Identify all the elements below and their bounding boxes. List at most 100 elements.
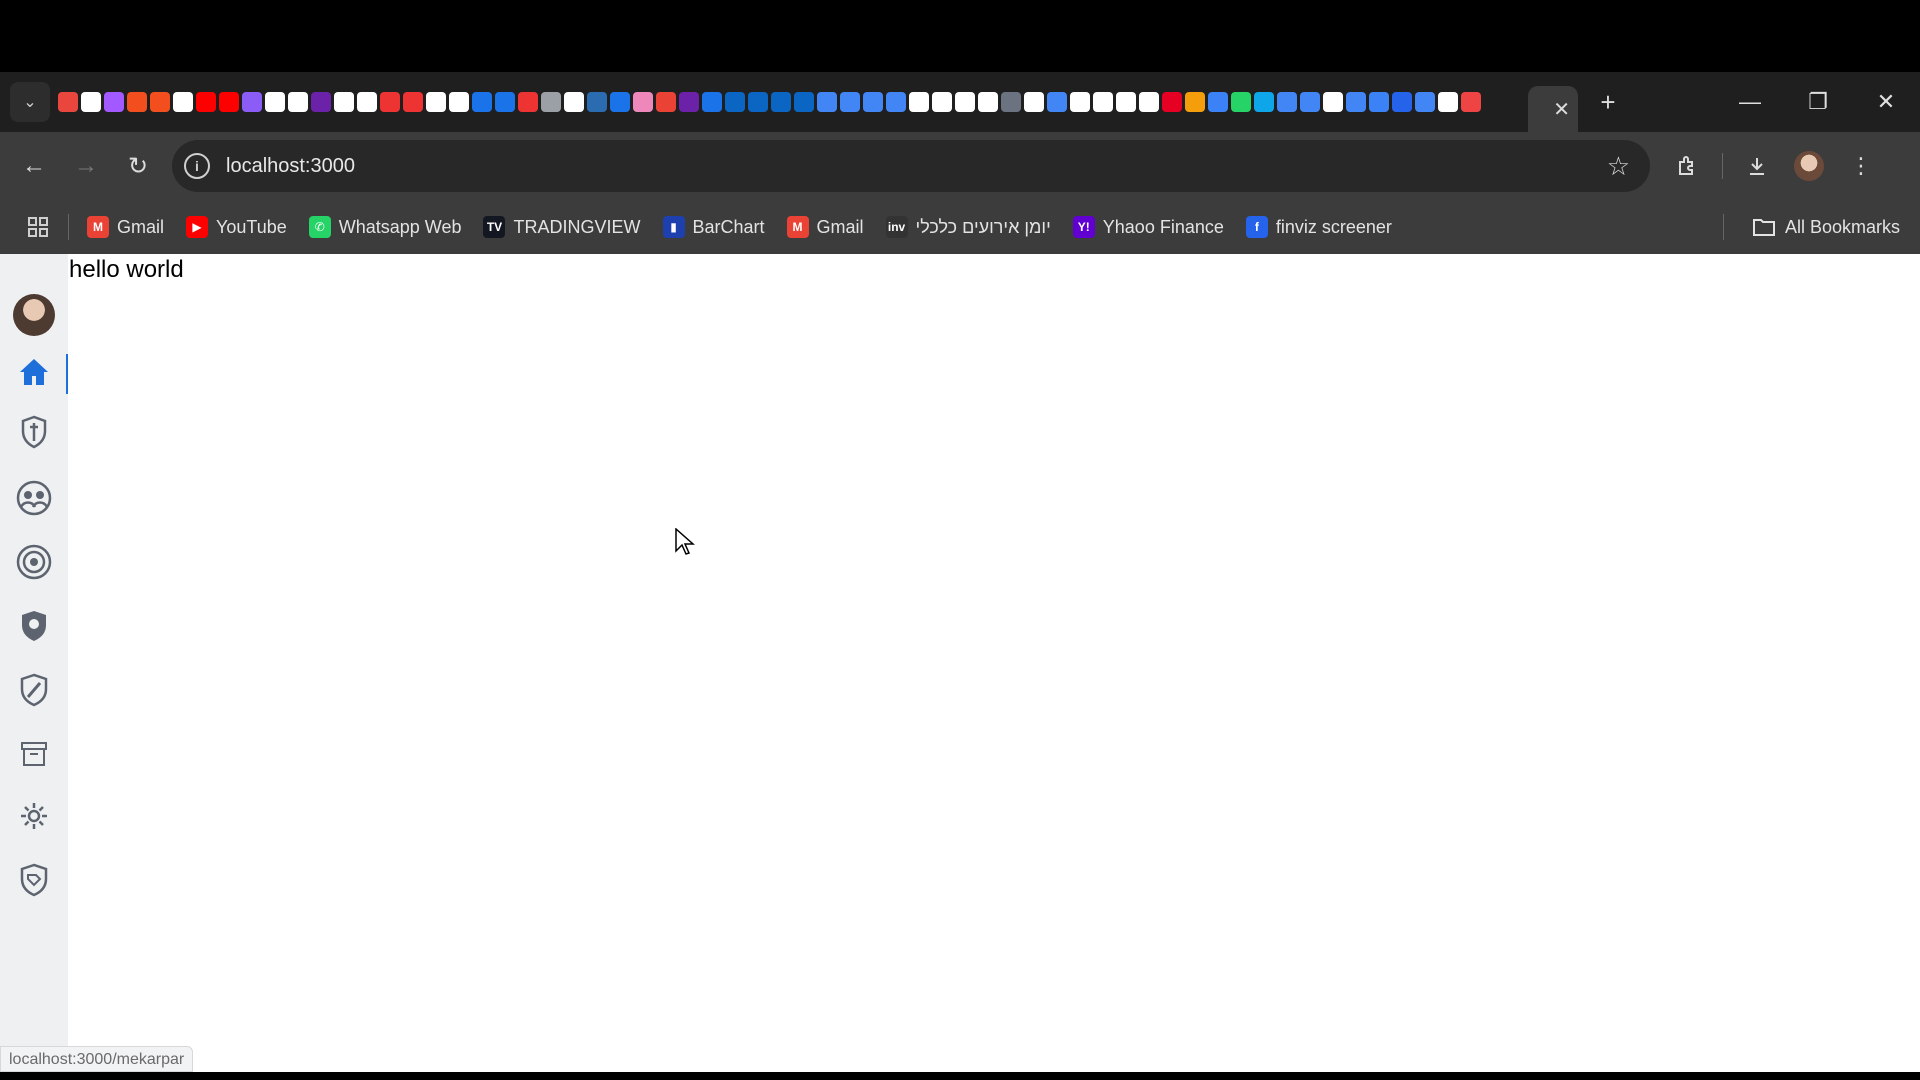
- pinned-tab-favicon[interactable]: [1070, 92, 1090, 112]
- target-icon[interactable]: [12, 540, 56, 584]
- pinned-tab-favicon[interactable]: [587, 92, 607, 112]
- pen-shield-icon[interactable]: [12, 668, 56, 712]
- pinned-tab-favicon[interactable]: [1392, 92, 1412, 112]
- address-bar[interactable]: i localhost:3000 ☆: [172, 140, 1650, 192]
- gear-icon[interactable]: [12, 794, 56, 838]
- pinned-tab-favicon[interactable]: [1162, 92, 1182, 112]
- back-button[interactable]: ←: [8, 140, 60, 192]
- pinned-tab-favicon[interactable]: [403, 92, 423, 112]
- pinned-tab-favicon[interactable]: [840, 92, 860, 112]
- pinned-tab-favicon[interactable]: [909, 92, 929, 112]
- pinned-tab-favicon[interactable]: [863, 92, 883, 112]
- bookmark-item[interactable]: ▶ YouTube: [186, 216, 287, 238]
- pinned-tab-favicon[interactable]: [1093, 92, 1113, 112]
- bookmark-item[interactable]: ▮ BarChart: [662, 216, 765, 238]
- pinned-tab-favicon[interactable]: [1208, 92, 1228, 112]
- avatar[interactable]: [13, 294, 55, 336]
- url-text[interactable]: localhost:3000: [226, 155, 1607, 178]
- pinned-tab-favicon[interactable]: [955, 92, 975, 112]
- archive-icon[interactable]: [12, 732, 56, 776]
- pinned-tab-favicon[interactable]: [334, 92, 354, 112]
- tag-shield-icon[interactable]: [12, 858, 56, 902]
- pinned-tab-favicon[interactable]: [127, 92, 147, 112]
- pinned-tab-favicon[interactable]: [1139, 92, 1159, 112]
- close-tab-icon[interactable]: ✕: [1553, 97, 1570, 122]
- pinned-tab-favicon[interactable]: [794, 92, 814, 112]
- all-bookmarks-button[interactable]: All Bookmarks: [1752, 217, 1900, 238]
- pinned-tab-favicon[interactable]: [357, 92, 377, 112]
- shield-sword-icon[interactable]: [12, 410, 56, 454]
- pinned-tab-favicon[interactable]: [242, 92, 262, 112]
- pinned-tab-favicon[interactable]: [58, 92, 78, 112]
- pinned-tab-favicon[interactable]: [472, 92, 492, 112]
- pinned-tab-favicon[interactable]: [748, 92, 768, 112]
- bookmark-item[interactable]: M Gmail: [87, 216, 164, 238]
- pinned-tab-favicon[interactable]: [150, 92, 170, 112]
- pinned-tab-favicon[interactable]: [219, 92, 239, 112]
- bookmark-item[interactable]: f finviz screener: [1245, 216, 1392, 238]
- bookmark-item[interactable]: M Gmail: [786, 216, 864, 238]
- extensions-icon[interactable]: [1662, 140, 1714, 192]
- tab-search-button[interactable]: ⌄: [10, 82, 50, 122]
- pinned-tab-favicon[interactable]: [886, 92, 906, 112]
- download-icon[interactable]: [1731, 140, 1783, 192]
- minimize-button[interactable]: —: [1716, 72, 1784, 132]
- bookmark-item[interactable]: TV TRADINGVIEW: [483, 216, 641, 238]
- pinned-tab-favicon[interactable]: [1024, 92, 1044, 112]
- pinned-tab-favicon[interactable]: [932, 92, 952, 112]
- new-tab-button[interactable]: +: [1588, 82, 1628, 122]
- pinned-tab-favicon[interactable]: [1001, 92, 1021, 112]
- pinned-tab-favicon[interactable]: [1461, 92, 1481, 112]
- pinned-tab-favicon[interactable]: [426, 92, 446, 112]
- users-icon[interactable]: [12, 476, 56, 520]
- pinned-tab-favicon[interactable]: [81, 92, 101, 112]
- pinned-tab-favicon[interactable]: [725, 92, 745, 112]
- close-window-button[interactable]: ✕: [1852, 72, 1920, 132]
- bookmark-item[interactable]: inv יומן אירועים כלכלי: [885, 216, 1051, 238]
- pinned-tab-favicon[interactable]: [1116, 92, 1136, 112]
- active-tab[interactable]: ✕: [1528, 86, 1578, 132]
- pinned-tab-favicon[interactable]: [104, 92, 124, 112]
- pinned-tab-favicon[interactable]: [196, 92, 216, 112]
- pinned-tab-favicon[interactable]: [702, 92, 722, 112]
- pinned-tab-favicon[interactable]: [1277, 92, 1297, 112]
- pinned-tab-favicon[interactable]: [1185, 92, 1205, 112]
- profile-avatar[interactable]: [1783, 140, 1835, 192]
- pinned-tab-favicon[interactable]: [633, 92, 653, 112]
- pinned-tab-favicon[interactable]: [771, 92, 791, 112]
- pinned-tab-favicon[interactable]: [265, 92, 285, 112]
- pinned-tab-favicon[interactable]: [380, 92, 400, 112]
- pinned-tab-favicon[interactable]: [1300, 92, 1320, 112]
- pinned-tab-favicon[interactable]: [1346, 92, 1366, 112]
- pinned-tab-favicon[interactable]: [1415, 92, 1435, 112]
- pinned-tab-favicon[interactable]: [978, 92, 998, 112]
- forward-button[interactable]: →: [60, 140, 112, 192]
- pinned-tab-favicon[interactable]: [564, 92, 584, 112]
- pinned-tab-favicon[interactable]: [1323, 92, 1343, 112]
- bookmark-item[interactable]: ✆ Whatsapp Web: [308, 216, 461, 238]
- pinned-tab-favicon[interactable]: [610, 92, 630, 112]
- pinned-tab-favicon[interactable]: [1369, 92, 1389, 112]
- pinned-tab-favicon[interactable]: [679, 92, 699, 112]
- pinned-tab-favicon[interactable]: [1438, 92, 1458, 112]
- pinned-tab-favicon[interactable]: [495, 92, 515, 112]
- pinned-tab-favicon[interactable]: [449, 92, 469, 112]
- home-icon[interactable]: [12, 350, 56, 394]
- pinned-tab-favicon[interactable]: [817, 92, 837, 112]
- pinned-tab-favicon[interactable]: [518, 92, 538, 112]
- pinned-tab-favicon[interactable]: [311, 92, 331, 112]
- pinned-tab-favicon[interactable]: [288, 92, 308, 112]
- pinned-tab-favicon[interactable]: [656, 92, 676, 112]
- menu-kebab-icon[interactable]: ⋮: [1835, 140, 1887, 192]
- bookmark-star-icon[interactable]: ☆: [1607, 151, 1630, 182]
- pinned-tab-favicon[interactable]: [541, 92, 561, 112]
- pinned-tab-favicon[interactable]: [1254, 92, 1274, 112]
- restore-button[interactable]: ❐: [1784, 72, 1852, 132]
- apps-grid-icon[interactable]: [16, 205, 60, 249]
- site-info-icon[interactable]: i: [184, 153, 210, 179]
- pinned-tab-favicon[interactable]: [1231, 92, 1251, 112]
- lion-shield-icon[interactable]: [12, 604, 56, 648]
- pinned-tab-favicon[interactable]: [173, 92, 193, 112]
- pinned-tab-favicon[interactable]: [1047, 92, 1067, 112]
- reload-button[interactable]: ↻: [112, 140, 164, 192]
